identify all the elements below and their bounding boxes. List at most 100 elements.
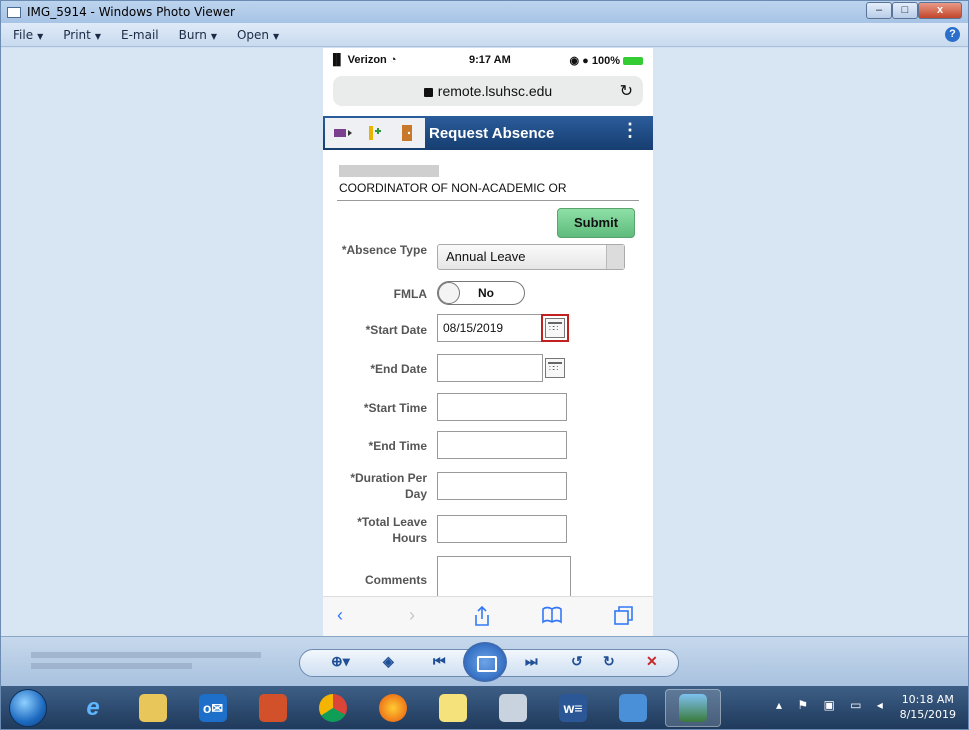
forward-icon[interactable]: › xyxy=(409,605,415,626)
submit-button[interactable]: Submit xyxy=(557,208,635,238)
absence-type-value: Annual Leave xyxy=(446,249,526,264)
taskbar-outlook[interactable]: o✉ xyxy=(185,689,241,727)
delete-icon[interactable]: ✕ xyxy=(646,653,658,670)
maximize-button[interactable]: □ xyxy=(892,2,918,19)
redacted-employee-name xyxy=(339,165,439,177)
fmla-value: No xyxy=(478,286,494,300)
more-options-icon[interactable]: ⋮ xyxy=(621,120,639,141)
menu-email-label: E-mail xyxy=(121,27,159,42)
taskbar-powerpoint[interactable] xyxy=(245,689,301,727)
absence-type-label: *Absence Type xyxy=(341,243,427,257)
navbar-icon[interactable] xyxy=(329,120,357,146)
previous-icon[interactable]: ⏮ xyxy=(433,653,446,670)
monitor-icon xyxy=(619,694,647,722)
start-time-input[interactable] xyxy=(437,393,567,421)
job-title: COORDINATOR OF NON-ACADEMIC OR xyxy=(339,181,567,195)
end-date-calendar-icon[interactable] xyxy=(545,358,565,378)
start-date-input[interactable]: 08/15/2019 xyxy=(437,314,543,342)
blurred-line xyxy=(31,663,192,669)
comments-label: Comments xyxy=(364,573,427,587)
zoom-icon[interactable]: ⊕▾ xyxy=(331,653,350,670)
chevron-down-icon: ▼ xyxy=(273,31,280,41)
chevron-down-icon xyxy=(606,245,624,269)
taskbar-firefox[interactable] xyxy=(365,689,421,727)
toggle-knob xyxy=(438,282,460,304)
menu-burn[interactable]: Burn ▼ xyxy=(179,28,217,42)
window-title: IMG_5914 - Windows Photo Viewer xyxy=(27,5,235,19)
taskbar-sticky-app[interactable] xyxy=(425,689,481,727)
actual-size-icon[interactable]: ◈ xyxy=(383,653,394,670)
photo-viewer-icon xyxy=(7,6,21,18)
address-text-wrap: remote.lsuhsc.edu xyxy=(333,83,643,99)
taskbar-photo-viewer[interactable] xyxy=(665,689,721,727)
taskbar-book-app[interactable] xyxy=(485,689,541,727)
taskbar-ie[interactable]: e xyxy=(65,689,121,727)
taskbar-remote-desktop[interactable] xyxy=(605,689,661,727)
comments-textarea[interactable] xyxy=(437,556,571,600)
menu-burn-label: Burn xyxy=(178,27,207,42)
start-time-label: *Start Time xyxy=(363,401,427,415)
close-button[interactable]: x xyxy=(918,2,962,19)
add-icon[interactable] xyxy=(361,120,389,146)
folder-icon xyxy=(139,694,167,722)
absence-type-select[interactable]: Annual Leave xyxy=(437,244,625,270)
taskbar-chrome[interactable] xyxy=(305,689,361,727)
next-icon[interactable]: ⏭ xyxy=(525,653,538,670)
menu-print-label: Print xyxy=(63,27,91,42)
image-viewport: ▐▌ Verizon ◔ 9:17 AM ◉ ● 100% remote.lsu… xyxy=(1,48,968,636)
chevron-down-icon: ▼ xyxy=(94,31,102,41)
help-icon[interactable]: ? xyxy=(945,27,960,42)
battery-percent: ◉ ● 100% xyxy=(569,55,621,67)
safari-toolbar: ‹ › xyxy=(323,596,653,636)
start-button[interactable] xyxy=(9,689,47,727)
chrome-icon xyxy=(319,694,347,722)
sticky-notes-icon xyxy=(439,694,467,722)
duration-per-day-label: *Duration Per Day xyxy=(350,471,427,501)
blurred-line xyxy=(31,652,261,658)
divider xyxy=(337,200,639,201)
menu-file[interactable]: File ▼ xyxy=(13,28,43,42)
safari-address-bar[interactable]: remote.lsuhsc.edu ↻ xyxy=(333,76,643,106)
duration-per-day-input[interactable] xyxy=(437,472,567,500)
slideshow-button[interactable] xyxy=(463,642,507,682)
word-icon: w≡ xyxy=(559,694,587,722)
clock-time: 10:18 AM xyxy=(901,693,954,706)
tabs-icon[interactable] xyxy=(613,605,635,627)
bookmarks-icon[interactable] xyxy=(541,605,563,625)
back-icon[interactable]: ‹ xyxy=(337,605,343,626)
minimize-button[interactable]: – xyxy=(866,2,892,19)
door-icon[interactable] xyxy=(393,120,421,146)
reload-icon[interactable]: ↻ xyxy=(620,81,633,101)
end-date-label: *End Date xyxy=(370,362,427,376)
door-icon-shape xyxy=(402,125,412,141)
fmla-label: FMLA xyxy=(393,287,427,301)
menu-open[interactable]: Open ▼ xyxy=(237,28,279,42)
book-icon xyxy=(499,694,527,722)
powerpoint-icon xyxy=(259,694,287,722)
taskbar-explorer[interactable] xyxy=(125,689,181,727)
rotate-right-icon[interactable]: ↻ xyxy=(603,653,615,670)
share-icon[interactable] xyxy=(473,605,491,627)
phone-screenshot: ▐▌ Verizon ◔ 9:17 AM ◉ ● 100% remote.lsu… xyxy=(323,48,653,636)
windows-taskbar: e o✉ w≡ ▴ ⚑ ▣ ▭ ◂ 10:18 AM 8/15/2019 xyxy=(1,686,968,729)
menu-open-label: Open xyxy=(236,27,270,42)
menu-file-label: File xyxy=(13,27,34,42)
battery-indicator: ◉ ● 100% xyxy=(569,54,643,67)
system-clock[interactable]: 10:18 AM 8/15/2019 xyxy=(900,692,956,722)
fmla-toggle[interactable]: No xyxy=(437,281,525,305)
rotate-left-icon[interactable]: ↺ xyxy=(571,653,583,670)
menu-print[interactable]: Print ▼ xyxy=(63,28,101,42)
total-leave-hours-input[interactable] xyxy=(437,515,567,543)
system-tray-icons[interactable]: ▴ ⚑ ▣ ▭ ◂ xyxy=(776,698,889,712)
end-date-input[interactable] xyxy=(437,354,543,382)
taskbar-word[interactable]: w≡ xyxy=(545,689,601,727)
chevron-down-icon: ▼ xyxy=(37,31,44,41)
add-icon-shape xyxy=(369,126,381,140)
start-date-calendar-icon[interactable] xyxy=(541,314,569,342)
window-controls: – □ x xyxy=(866,2,962,19)
address-url: remote.lsuhsc.edu xyxy=(437,83,553,99)
carrier-signal: ▐▌ Verizon ◔ xyxy=(329,54,397,66)
end-time-input[interactable] xyxy=(437,431,567,459)
menu-email[interactable]: E-mail xyxy=(121,28,159,42)
status-time: 9:17 AM xyxy=(469,54,511,66)
